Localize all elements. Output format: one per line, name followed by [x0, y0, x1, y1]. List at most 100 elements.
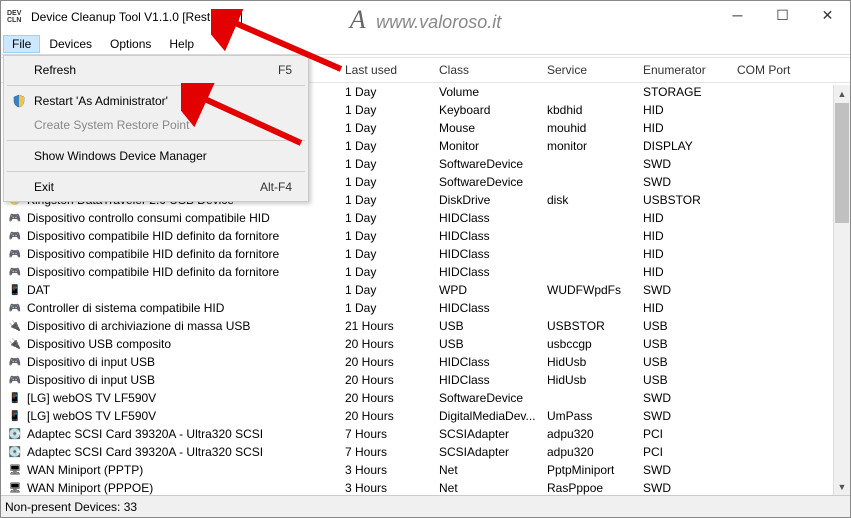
cell-service: kbdhid — [541, 103, 637, 117]
cell-class: SCSIAdapter — [433, 427, 541, 441]
cell-enumerator: USB — [637, 355, 731, 369]
cell-enumerator: SWD — [637, 175, 731, 189]
table-row[interactable]: 🎮Controller di sistema compatibile HID1 … — [1, 299, 850, 317]
cell-service: RasPppoe — [541, 481, 637, 495]
device-icon: 🎮 — [7, 373, 23, 387]
menu-help[interactable]: Help — [160, 35, 203, 53]
table-row[interactable]: 🎮Dispositivo controllo consumi compatibi… — [1, 209, 850, 227]
cell-last-used: 3 Hours — [339, 463, 433, 477]
cell-enumerator: HID — [637, 229, 731, 243]
cell-class: HIDClass — [433, 229, 541, 243]
device-name: Dispositivo USB composito — [27, 337, 171, 351]
cell-enumerator: SWD — [637, 283, 731, 297]
cell-enumerator: USB — [637, 337, 731, 351]
cell-last-used: 1 Day — [339, 139, 433, 153]
cell-class: USB — [433, 337, 541, 351]
maximize-button[interactable]: ☐ — [760, 1, 805, 29]
app-icon: DEV CLN — [7, 8, 25, 26]
col-service[interactable]: Service — [541, 63, 637, 77]
window-title: Device Cleanup Tool V1.1.0 [Restricted] — [31, 10, 243, 24]
cell-last-used: 1 Day — [339, 211, 433, 225]
table-row[interactable]: 📱[LG] webOS TV LF590V20 HoursSoftwareDev… — [1, 389, 850, 407]
file-menu-dropdown: Refresh F5 Restart 'As Administrator' Cr… — [3, 55, 309, 202]
cell-last-used: 1 Day — [339, 283, 433, 297]
cell-last-used: 1 Day — [339, 247, 433, 261]
cell-enumerator: SWD — [637, 157, 731, 171]
menu-file[interactable]: File — [3, 35, 40, 53]
vertical-scrollbar[interactable]: ▲ ▼ — [833, 85, 850, 495]
cell-last-used: 21 Hours — [339, 319, 433, 333]
menu-separator — [7, 140, 305, 141]
menu-options[interactable]: Options — [101, 35, 160, 53]
cell-enumerator: SWD — [637, 409, 731, 423]
menu-device-manager[interactable]: Show Windows Device Manager — [6, 144, 306, 168]
scroll-down-icon[interactable]: ▼ — [834, 478, 850, 495]
cell-service: WUDFWpdFs — [541, 283, 637, 297]
table-row[interactable]: 🖥WAN Miniport (PPTP)3 HoursNetPptpMinipo… — [1, 461, 850, 479]
device-name: Dispositivo compatibile HID definito da … — [27, 265, 279, 279]
menu-restore-point: Create System Restore Point — [6, 113, 306, 137]
device-icon: 🎮 — [7, 265, 23, 279]
table-row[interactable]: 🔌Dispositivo di archiviazione di massa U… — [1, 317, 850, 335]
table-row[interactable]: 💽Adaptec SCSI Card 39320A - Ultra320 SCS… — [1, 425, 850, 443]
menu-exit-label: Exit — [34, 180, 54, 194]
device-icon: 💽 — [7, 427, 23, 441]
device-name: Dispositivo di input USB — [27, 373, 155, 387]
device-icon: 🎮 — [7, 247, 23, 261]
minimize-button[interactable]: ─ — [715, 1, 760, 29]
device-name: Dispositivo compatibile HID definito da … — [27, 229, 279, 243]
cell-enumerator: HID — [637, 265, 731, 279]
table-row[interactable]: 🎮 Dispositivo compatibile HID definito da… — [1, 263, 850, 281]
device-name: DAT — [27, 283, 50, 297]
menu-devices[interactable]: Devices — [40, 35, 101, 53]
table-row[interactable]: 🎮Dispositivo compatibile HID definito da… — [1, 245, 850, 263]
device-icon: 💽 — [7, 445, 23, 459]
table-row[interactable]: 🔌Dispositivo USB composito20 HoursUSBusb… — [1, 335, 850, 353]
device-icon: 🎮 — [7, 301, 23, 315]
shield-icon — [11, 93, 27, 109]
cell-last-used: 20 Hours — [339, 337, 433, 351]
col-enumerator[interactable]: Enumerator — [637, 63, 731, 77]
cell-enumerator: SWD — [637, 481, 731, 495]
device-name: Dispositivo di input USB — [27, 355, 155, 369]
device-name: WAN Miniport (PPTP) — [27, 463, 143, 477]
cell-service: HidUsb — [541, 373, 637, 387]
device-icon: 🔌 — [7, 337, 23, 351]
cell-last-used: 1 Day — [339, 175, 433, 189]
device-icon: 📱 — [7, 283, 23, 297]
menu-exit-shortcut: Alt-F4 — [260, 180, 292, 194]
menu-exit[interactable]: Exit Alt-F4 — [6, 175, 306, 199]
menu-restart-admin[interactable]: Restart 'As Administrator' — [6, 89, 306, 113]
cell-service: PptpMiniport — [541, 463, 637, 477]
scroll-thumb[interactable] — [835, 103, 849, 223]
cell-last-used: 1 Day — [339, 301, 433, 315]
cell-class: DiskDrive — [433, 193, 541, 207]
cell-service: adpu320 — [541, 445, 637, 459]
cell-last-used: 1 Day — [339, 121, 433, 135]
table-row[interactable]: 🎮Dispositivo compatibile HID definito da… — [1, 227, 850, 245]
cell-class: SoftwareDevice — [433, 391, 541, 405]
table-row[interactable]: 🎮Dispositivo di input USB20 HoursHIDClas… — [1, 353, 850, 371]
device-icon: 🖥 — [7, 481, 23, 495]
table-row[interactable]: 📱DAT1 DayWPDWUDFWpdFsSWD — [1, 281, 850, 299]
col-com-port[interactable]: COM Port — [731, 63, 811, 77]
cell-last-used: 1 Day — [339, 157, 433, 171]
cell-last-used: 1 Day — [339, 265, 433, 279]
col-class[interactable]: Class — [433, 63, 541, 77]
menu-separator — [7, 85, 305, 86]
table-row[interactable]: 🎮Dispositivo di input USB20 HoursHIDClas… — [1, 371, 850, 389]
menu-refresh[interactable]: Refresh F5 — [6, 58, 306, 82]
close-button[interactable]: ✕ — [805, 1, 850, 29]
table-row[interactable]: 📱[LG] webOS TV LF590V20 HoursDigitalMedi… — [1, 407, 850, 425]
cell-enumerator: PCI — [637, 445, 731, 459]
table-row[interactable]: 🖥WAN Miniport (PPPOE)3 HoursNetRasPppoeS… — [1, 479, 850, 495]
cell-service: mouhid — [541, 121, 637, 135]
cell-service: usbccgp — [541, 337, 637, 351]
table-row[interactable]: 💽Adaptec SCSI Card 39320A - Ultra320 SCS… — [1, 443, 850, 461]
menu-restore-point-label: Create System Restore Point — [34, 118, 189, 132]
cell-class: HIDClass — [433, 373, 541, 387]
cell-enumerator: USB — [637, 319, 731, 333]
col-last-used[interactable]: Last used — [339, 63, 433, 77]
scroll-up-icon[interactable]: ▲ — [834, 85, 850, 102]
cell-class: Monitor — [433, 139, 541, 153]
